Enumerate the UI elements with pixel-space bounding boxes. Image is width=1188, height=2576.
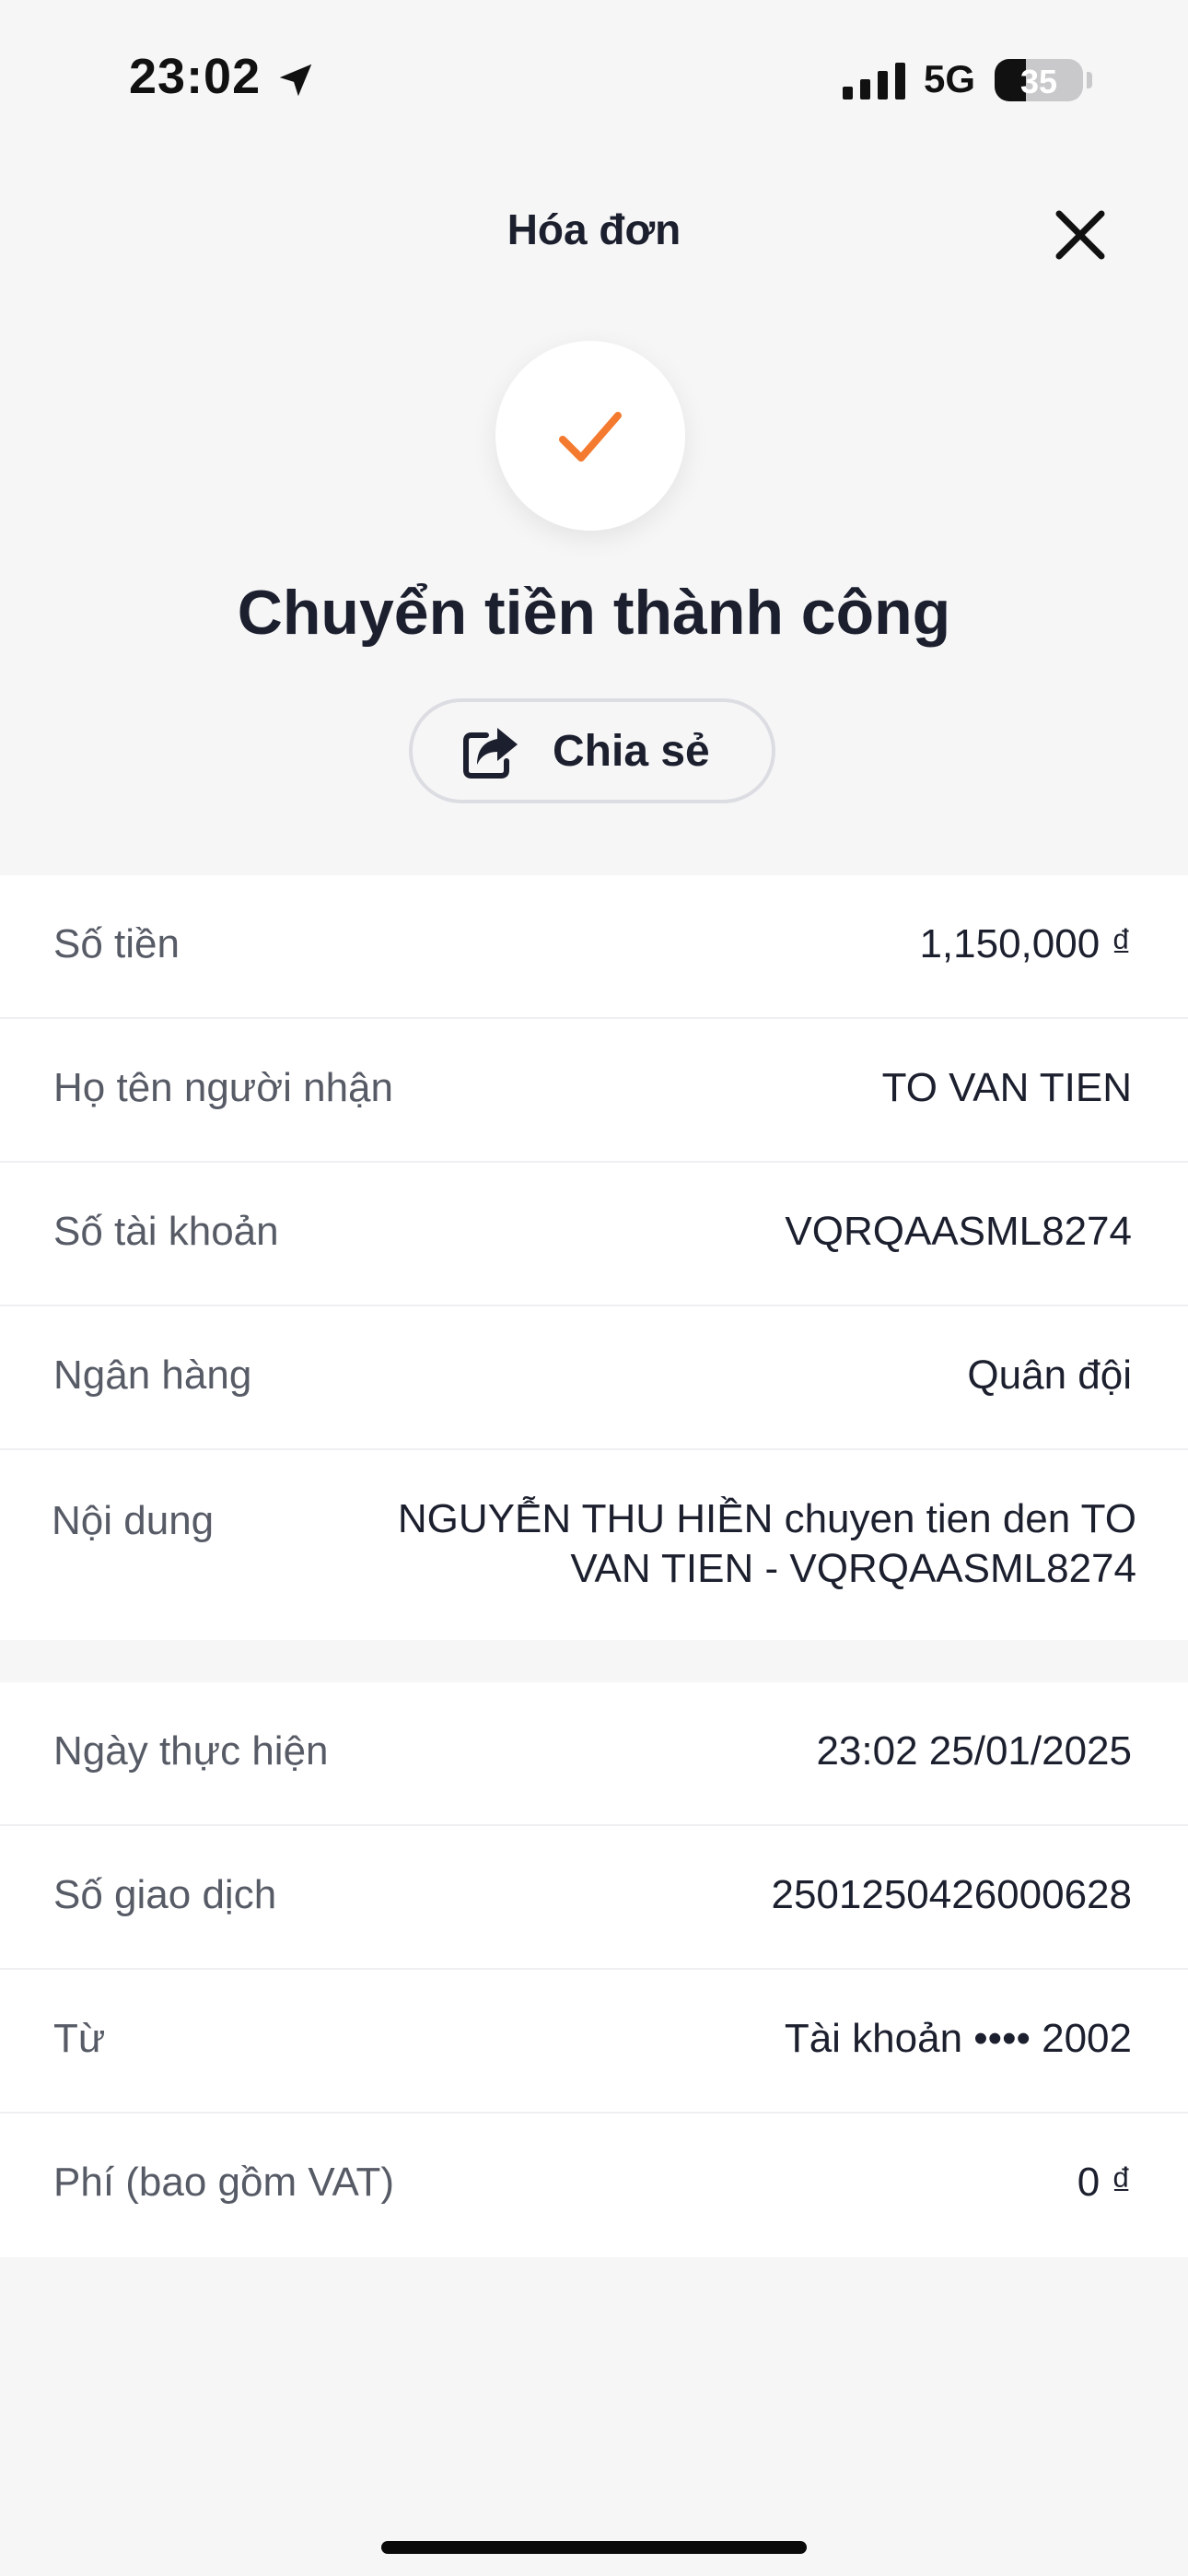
share-label: Chia sẻ xyxy=(553,727,710,776)
transaction-id-value: 2501250426000628 xyxy=(771,1872,1132,1917)
detail-row-source: Từ Tài khoản •••• 2002 xyxy=(0,1970,1188,2113)
detail-row-bank: Ngân hàng Quân đội xyxy=(0,1306,1188,1450)
source-label: Từ xyxy=(53,2016,106,2061)
detail-row-content: Nội dung NGUYỄN THU HIỀN chuyen tien den… xyxy=(0,1450,1188,1640)
detail-row-fee: Phí (bao gồm VAT) 0 ₫ xyxy=(0,2113,1188,2257)
battery-icon: 35 xyxy=(995,59,1083,101)
network-type: 5G xyxy=(924,57,976,100)
fee-label: Phí (bao gồm VAT) xyxy=(53,2160,395,2205)
account-label: Số tài khoản xyxy=(53,1209,279,1254)
status-time: 23:02 xyxy=(129,49,262,104)
success-title: Chuyển tiền thành công xyxy=(237,578,951,648)
transfer-details-card: Số tiền 1,150,000 ₫ Họ tên người nhận TO… xyxy=(0,875,1188,1640)
detail-row-transaction-id: Số giao dịch 2501250426000628 xyxy=(0,1826,1188,1970)
bank-value: Quân đội xyxy=(967,1352,1132,1398)
battery-cap xyxy=(1087,72,1092,88)
close-button[interactable] xyxy=(1050,205,1111,265)
amount-label: Số tiền xyxy=(53,921,180,966)
date-label: Ngày thực hiện xyxy=(53,1728,329,1774)
detail-row-amount: Số tiền 1,150,000 ₫ xyxy=(0,875,1188,1019)
fee-value: 0 ₫ xyxy=(1077,2160,1132,2205)
account-value: VQRQAASML8274 xyxy=(785,1209,1132,1254)
bank-label: Ngân hàng xyxy=(53,1352,252,1398)
detail-row-recipient: Họ tên người nhận TO VAN TIEN xyxy=(0,1019,1188,1163)
battery-level: 35 xyxy=(1019,63,1058,100)
amount-value: 1,150,000 ₫ xyxy=(919,921,1132,966)
content-value: NGUYỄN THU HIỀN chuyen tien den TO VAN T… xyxy=(397,1496,1136,1591)
content-label: Nội dung xyxy=(52,1498,215,1543)
share-icon xyxy=(463,728,518,779)
home-indicator[interactable] xyxy=(381,2541,807,2554)
page-title: Hóa đơn xyxy=(507,205,681,253)
close-icon xyxy=(1055,210,1105,260)
success-badge xyxy=(495,341,685,531)
detail-row-account: Số tài khoản VQRQAASML8274 xyxy=(0,1163,1188,1306)
recipient-value: TO VAN TIEN xyxy=(881,1065,1132,1110)
checkmark-icon xyxy=(559,412,622,462)
status-bar: 23:02 5G 35 xyxy=(0,0,1188,157)
recipient-label: Họ tên người nhận xyxy=(53,1065,393,1110)
source-value: Tài khoản •••• 2002 xyxy=(784,2016,1132,2061)
transaction-info-card: Ngày thực hiện 23:02 25/01/2025 Số giao … xyxy=(0,1682,1188,2257)
date-value: 23:02 25/01/2025 xyxy=(816,1728,1132,1774)
detail-row-date: Ngày thực hiện 23:02 25/01/2025 xyxy=(0,1682,1188,1826)
location-arrow-icon xyxy=(279,64,312,97)
transaction-id-label: Số giao dịch xyxy=(53,1872,277,1917)
share-button[interactable]: Chia sẻ xyxy=(409,698,775,803)
cellular-signal-icon xyxy=(843,63,905,100)
